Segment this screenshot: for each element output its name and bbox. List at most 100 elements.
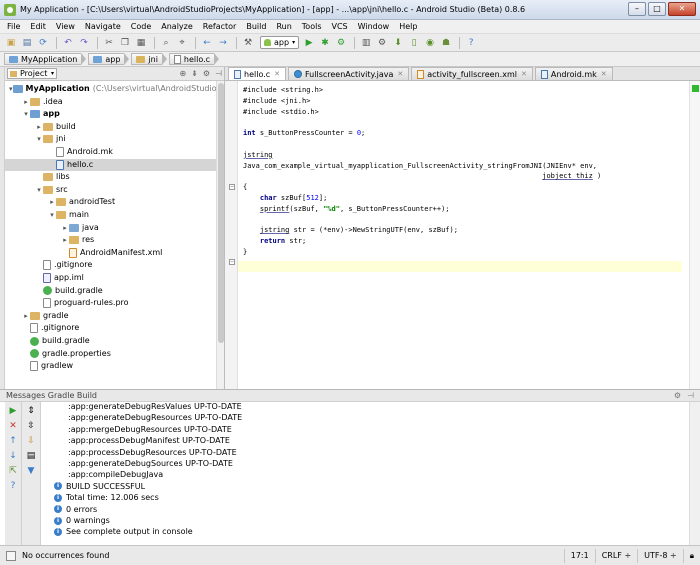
tab-android-mk[interactable]: Android.mk ✕ <box>534 67 613 80</box>
chevron-down-icon[interactable]: ▾ <box>35 133 43 145</box>
tab-hello-c[interactable]: hello.c ✕ <box>228 67 287 80</box>
collapse-all-icon[interactable]: ⇟ <box>191 69 198 78</box>
chevron-right-icon[interactable]: ▸ <box>22 310 30 322</box>
replace-icon[interactable]: ⌖ <box>175 36 189 50</box>
tree-item[interactable]: build.gradle <box>5 335 217 347</box>
maximize-button[interactable]: □ <box>648 2 666 16</box>
undo-icon[interactable]: ↶ <box>61 36 75 50</box>
collapse-all-icon[interactable]: ⇳ <box>26 421 37 431</box>
settings-icon[interactable]: ⚙ <box>375 36 389 50</box>
print-icon[interactable]: ▤ <box>26 451 37 461</box>
menu-file[interactable]: File <box>2 20 25 34</box>
tree-item[interactable]: hello.c <box>5 158 217 171</box>
debug-icon[interactable]: ✱ <box>318 36 332 50</box>
lock-icon[interactable]: 🔒︎ <box>682 548 700 563</box>
redo-icon[interactable]: ↷ <box>77 36 91 50</box>
close-icon[interactable]: ✕ <box>8 421 19 431</box>
gear-icon[interactable]: ⚙ <box>674 391 681 400</box>
breadcrumb-folder[interactable]: jni <box>131 53 162 65</box>
make-project-icon[interactable]: ⚒ <box>241 36 255 50</box>
run-icon[interactable]: ▶ <box>302 36 316 50</box>
fold-marker[interactable]: − <box>229 259 235 265</box>
hide-panel-icon[interactable]: ⊣ <box>215 69 222 78</box>
tree-item[interactable]: ▸ res <box>5 234 217 246</box>
tree-item[interactable]: build.gradle <box>5 285 217 297</box>
chevron-right-icon[interactable]: ▸ <box>48 196 56 208</box>
fold-marker[interactable]: − <box>229 184 235 190</box>
tree-item[interactable]: ▾ main <box>5 209 217 221</box>
find-icon[interactable]: ⌕ <box>159 36 173 50</box>
tree-item[interactable]: app.iml <box>5 272 217 284</box>
project-view-select[interactable]: Project ▾ <box>7 68 57 79</box>
close-icon[interactable]: ✕ <box>601 70 607 78</box>
project-structure-icon[interactable]: ▥ <box>359 36 373 50</box>
breadcrumb-file[interactable]: hello.c <box>168 53 215 65</box>
tree-item[interactable]: ▾ src <box>5 184 217 196</box>
chevron-down-icon[interactable]: ▾ <box>35 184 43 196</box>
open-folder-icon[interactable]: ▣ <box>4 36 18 50</box>
export-icon[interactable]: ⇱ <box>8 466 19 476</box>
tree-item[interactable]: ▾ app <box>5 108 217 120</box>
chevron-down-icon[interactable]: ▾ <box>48 209 56 221</box>
scroll-from-source-icon[interactable]: ⊕ <box>179 69 186 78</box>
close-icon[interactable]: ✕ <box>274 70 280 78</box>
help-icon[interactable]: ? <box>8 481 19 491</box>
rerun-icon[interactable]: ▶ <box>8 406 19 416</box>
down-icon[interactable]: ↓ <box>8 451 19 461</box>
tree-item[interactable]: ▸ java <box>5 222 217 234</box>
expand-all-icon[interactable]: ⇕ <box>26 406 37 416</box>
file-encoding[interactable]: UTF-8 ÷ <box>637 548 683 563</box>
breadcrumb-project[interactable]: MyApplication <box>4 53 82 65</box>
menu-view[interactable]: View <box>51 20 80 34</box>
avd-manager-icon[interactable]: ▯ <box>407 36 421 50</box>
message-line[interactable]: i BUILD SUCCESSFUL <box>54 481 689 492</box>
close-icon[interactable]: ✕ <box>521 70 527 78</box>
tree-item[interactable]: ▸ gradle <box>5 310 217 322</box>
run-config-select[interactable]: app ▾ <box>260 36 300 49</box>
chevron-right-icon[interactable]: ▸ <box>61 234 69 246</box>
message-line[interactable]: :app:generateDebugResValues UP-TO-DATE <box>54 401 689 412</box>
back-icon[interactable]: ← <box>200 36 214 50</box>
message-line[interactable]: :app:generateDebugSources UP-TO-DATE <box>54 458 689 469</box>
tree-item[interactable]: ▾ jni <box>5 133 217 145</box>
gear-icon[interactable]: ⚙ <box>203 69 210 78</box>
minimize-button[interactable]: – <box>628 2 646 16</box>
tree-item[interactable]: Android.mk <box>5 146 217 158</box>
tree-item[interactable]: ▸ androidTest <box>5 196 217 208</box>
code-editor[interactable]: #include <string.h> #include <jni.h> #incl… <box>243 85 601 258</box>
save-icon[interactable]: ▤ <box>20 36 34 50</box>
menu-analyze[interactable]: Analyze <box>156 20 198 34</box>
filter-icon[interactable]: ▼ <box>26 466 37 476</box>
device-monitor-icon[interactable]: ◉ <box>423 36 437 50</box>
messages-scrollbar[interactable] <box>689 402 700 546</box>
project-scrollbar[interactable] <box>216 81 224 389</box>
tree-item[interactable]: ▾ MyApplication (C:\Users\virtual\AndroidS… <box>5 83 224 95</box>
tree-item[interactable]: libs <box>5 171 217 183</box>
menu-build[interactable]: Build <box>241 20 271 34</box>
menu-vcs[interactable]: VCS <box>327 20 353 34</box>
chevron-right-icon[interactable]: ▸ <box>61 222 69 234</box>
tree-item[interactable]: gradlew <box>5 360 217 372</box>
caret-position[interactable]: 17:1 <box>563 548 595 563</box>
chevron-down-icon[interactable]: ▾ <box>9 83 13 95</box>
download-icon[interactable]: ⇩ <box>26 436 37 446</box>
sync-icon[interactable]: ⟳ <box>36 36 50 50</box>
menu-window[interactable]: Window <box>353 20 395 34</box>
help-icon[interactable]: ? <box>464 36 478 50</box>
attach-debugger-icon[interactable]: ⚙ <box>334 36 348 50</box>
up-icon[interactable]: ↑ <box>8 436 19 446</box>
message-line[interactable]: :app:compileDebugJava <box>54 469 689 480</box>
message-line[interactable]: :app:processDebugResources UP-TO-DATE <box>54 447 689 458</box>
android-device-icon[interactable]: ☗ <box>439 36 453 50</box>
cut-icon[interactable]: ✂ <box>102 36 116 50</box>
line-separator[interactable]: CRLF ÷ <box>594 548 637 563</box>
tree-item[interactable]: .gitignore <box>5 259 217 271</box>
tree-item[interactable]: ▸ build <box>5 121 217 133</box>
menu-edit[interactable]: Edit <box>25 20 51 34</box>
tab-activity-fullscreen-xml[interactable]: activity_fullscreen.xml ✕ <box>411 67 533 80</box>
menu-tools[interactable]: Tools <box>297 20 327 34</box>
menu-help[interactable]: Help <box>394 20 422 34</box>
tree-item[interactable]: .gitignore <box>5 322 217 334</box>
message-line[interactable]: i See complete output in console <box>54 526 689 537</box>
chevron-right-icon[interactable]: ▸ <box>22 96 30 108</box>
